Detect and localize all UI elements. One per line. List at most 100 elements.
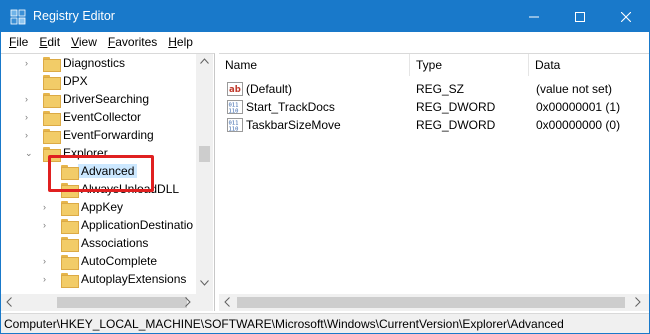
tree-item-diagnostics[interactable]: › Diagnostics xyxy=(25,54,125,72)
scroll-left-icon[interactable] xyxy=(6,297,12,307)
minimize-button[interactable] xyxy=(511,1,557,32)
chevron-down-icon[interactable]: ⌄ xyxy=(25,148,35,158)
value-row-start-trackdocs[interactable]: 011 110 Start_TrackDocs REG_DWORD 0x0000… xyxy=(219,97,649,117)
chevron-right-icon[interactable]: › xyxy=(43,220,53,230)
value-type: REG_SZ xyxy=(416,82,465,96)
svg-text:110: 110 xyxy=(229,126,239,132)
chevron-right-icon[interactable]: › xyxy=(25,58,35,68)
scroll-thumb[interactable] xyxy=(237,297,625,308)
tree-item-label: Associations xyxy=(81,236,149,250)
tree-item-applicationdestinations[interactable]: › ApplicationDestinatio xyxy=(43,216,193,234)
maximize-button[interactable] xyxy=(557,1,603,32)
menu-edit[interactable]: Edit xyxy=(33,32,65,52)
chevron-right-icon[interactable]: › xyxy=(25,94,35,104)
chevron-right-icon[interactable]: › xyxy=(25,112,35,122)
folder-icon xyxy=(61,236,79,252)
folder-icon xyxy=(43,128,61,144)
tree-item-label: EventCollector xyxy=(63,110,142,124)
key-tree-pane[interactable]: › Diagnostics DPX › DriverSearching › Ev… xyxy=(1,53,215,311)
tree-item-driversearching[interactable]: › DriverSearching xyxy=(25,90,149,108)
value-name: Start_TrackDocs xyxy=(246,100,335,114)
tree-item-label: DriverSearching xyxy=(63,92,150,106)
menu-view-accel: V xyxy=(71,35,79,49)
value-row-default[interactable]: ab (Default) REG_SZ (value not set) xyxy=(219,79,649,99)
minimize-icon xyxy=(529,16,539,17)
tree-item-label: AutoComplete xyxy=(81,254,158,268)
tree-item-autoplayextensions[interactable]: › AutoplayExtensions xyxy=(43,270,186,288)
value-name-cell: ab (Default) xyxy=(227,79,292,99)
scroll-up-icon[interactable] xyxy=(200,58,209,64)
value-data: 0x00000000 (0) xyxy=(536,118,621,132)
column-header-name[interactable]: Name xyxy=(219,54,410,76)
highlight-box xyxy=(48,155,154,192)
folder-icon xyxy=(61,254,79,270)
title-bar[interactable]: Registry Editor xyxy=(1,1,649,32)
tree-item-label: Diagnostics xyxy=(63,56,126,70)
menu-help[interactable]: Help xyxy=(162,32,198,52)
scroll-right-icon[interactable] xyxy=(635,297,641,307)
tree-item-associations[interactable]: Associations xyxy=(61,234,148,252)
column-header-data[interactable]: Data xyxy=(529,54,649,76)
scroll-down-icon[interactable] xyxy=(200,280,209,286)
close-button[interactable] xyxy=(603,1,649,32)
menu-bar: File Edit View Favorites Help xyxy=(1,32,649,52)
column-header-type[interactable]: Type xyxy=(410,54,529,76)
chevron-right-icon[interactable]: › xyxy=(43,256,53,266)
close-icon xyxy=(621,11,631,22)
value-data: (value not set) xyxy=(536,82,613,96)
tree-item-autocomplete[interactable]: › AutoComplete xyxy=(43,252,157,270)
string-value-icon: ab xyxy=(227,82,243,96)
scroll-thumb[interactable] xyxy=(199,146,210,162)
tree-item-appkey[interactable]: › AppKey xyxy=(43,198,123,216)
value-name: (Default) xyxy=(246,82,293,96)
svg-text:110: 110 xyxy=(229,108,239,114)
folder-icon xyxy=(61,272,79,288)
menu-view-label: iew xyxy=(78,35,97,49)
folder-icon xyxy=(61,200,79,216)
svg-text:ab: ab xyxy=(229,85,241,95)
value-name-cell: 011 110 Start_TrackDocs xyxy=(227,97,335,117)
tree-item-label: EventForwarding xyxy=(63,128,154,142)
binary-value-icon: 011 110 xyxy=(227,118,243,132)
value-row-taskbarsizemove[interactable]: 011 110 TaskbarSizeMove REG_DWORD 0x0000… xyxy=(219,115,649,135)
folder-icon xyxy=(43,92,61,108)
scroll-thumb[interactable] xyxy=(57,297,187,308)
binary-value-icon: 011 110 xyxy=(227,100,243,114)
registry-editor-icon xyxy=(10,9,26,25)
chevron-right-icon[interactable]: › xyxy=(43,202,53,212)
menu-help-accel: H xyxy=(168,35,177,49)
tree-item-eventforwarding[interactable]: › EventForwarding xyxy=(25,126,154,144)
chevron-right-icon[interactable]: › xyxy=(43,274,53,284)
value-type: REG_DWORD xyxy=(416,100,496,114)
tree-item-label: AppKey xyxy=(81,200,124,214)
tree-horizontal-scrollbar[interactable] xyxy=(1,294,213,311)
tree-item-eventcollector[interactable]: › EventCollector xyxy=(25,108,141,126)
folder-icon xyxy=(43,110,61,126)
window-title: Registry Editor xyxy=(33,9,115,23)
chevron-right-icon[interactable]: › xyxy=(25,130,35,140)
values-list-pane[interactable]: Name Type Data ab (Default) REG_SZ (valu… xyxy=(219,53,649,311)
value-type: REG_DWORD xyxy=(416,118,496,132)
folder-icon xyxy=(61,218,79,234)
value-name-cell: 011 110 TaskbarSizeMove xyxy=(227,115,341,135)
menu-edit-label: dit xyxy=(47,35,61,49)
scroll-left-icon[interactable] xyxy=(224,297,230,307)
tree-item-label: ApplicationDestinatio xyxy=(81,218,194,232)
registry-editor-window: Registry Editor File Edit View Favorites… xyxy=(0,0,650,334)
tree-vertical-scrollbar[interactable] xyxy=(196,54,213,294)
menu-help-label: elp xyxy=(176,35,193,49)
folder-icon xyxy=(43,56,61,72)
tree-item-dpx[interactable]: DPX xyxy=(43,72,88,90)
menu-file-label: ile xyxy=(16,35,29,49)
menu-file[interactable]: File xyxy=(3,32,33,52)
menu-favorites-label: avorites xyxy=(115,35,158,49)
status-bar-path: Computer\HKEY_LOCAL_MACHINE\SOFTWARE\Mic… xyxy=(1,313,649,333)
tree-item-label: DPX xyxy=(63,74,88,88)
list-horizontal-scrollbar[interactable] xyxy=(219,294,649,311)
scroll-right-icon[interactable] xyxy=(185,297,191,307)
folder-icon xyxy=(43,74,61,90)
tree-item-label: AutoplayExtensions xyxy=(81,272,187,286)
value-name: TaskbarSizeMove xyxy=(246,118,341,132)
menu-favorites[interactable]: Favorites xyxy=(102,32,162,52)
menu-view[interactable]: View xyxy=(65,32,102,52)
